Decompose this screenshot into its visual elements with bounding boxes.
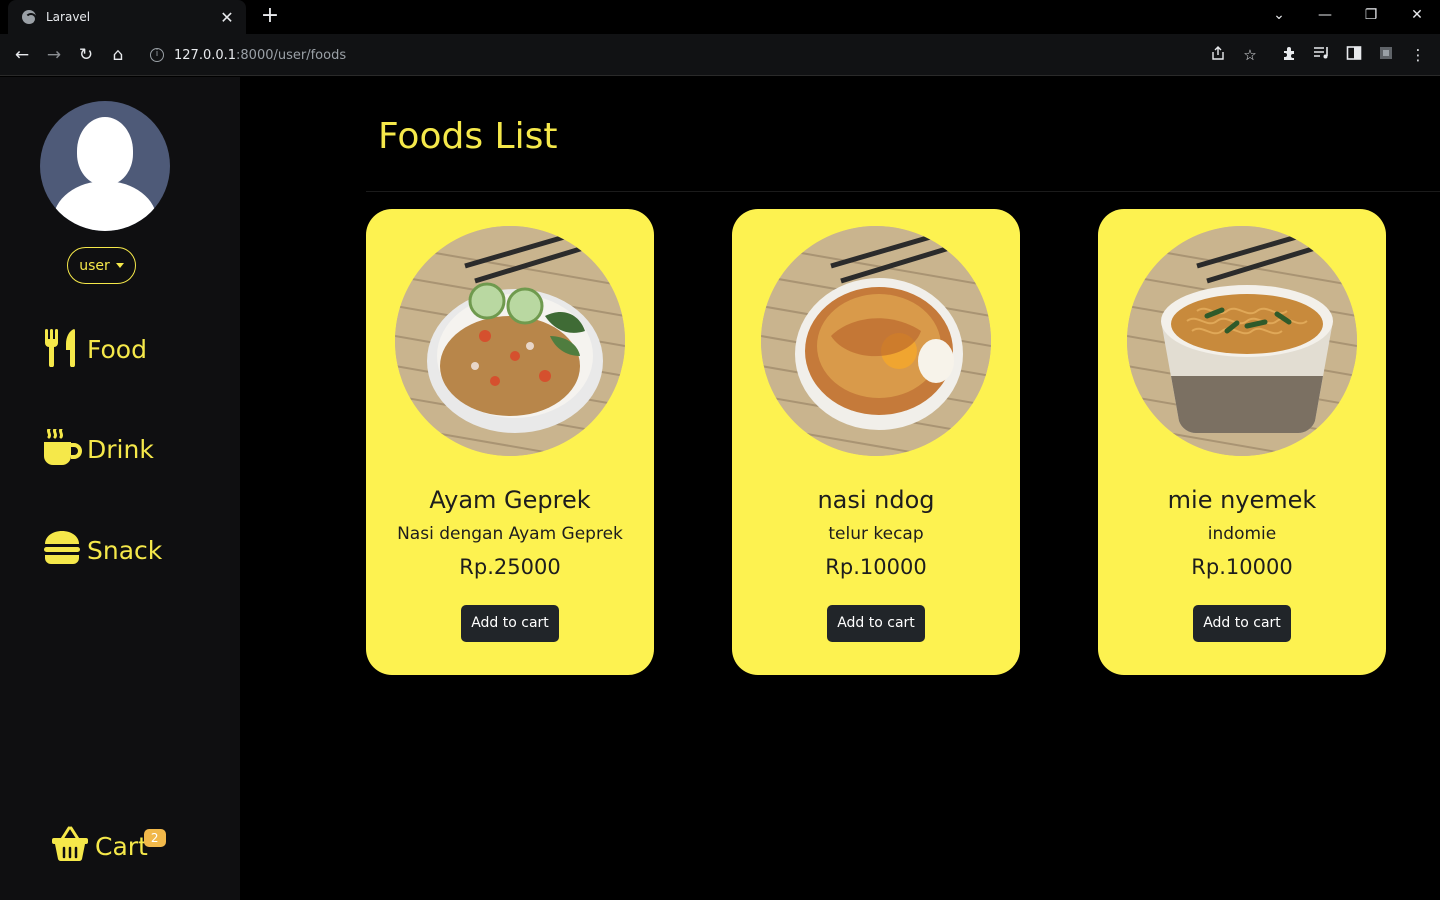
basket-icon xyxy=(51,826,91,866)
browser-tab[interactable]: Laravel ✕ xyxy=(8,0,246,34)
food-description: Nasi dengan Ayam Geprek xyxy=(397,524,623,544)
new-tab-button[interactable]: + xyxy=(258,4,282,28)
user-dropdown-button[interactable]: user xyxy=(67,247,136,284)
food-price: Rp.25000 xyxy=(459,555,561,579)
url-host: 127.0.0.1 xyxy=(174,47,237,63)
tab-title: Laravel xyxy=(46,10,91,24)
sidebar-item-label: Drink xyxy=(87,434,154,464)
reload-icon[interactable]: ↻ xyxy=(75,44,97,66)
food-price: Rp.10000 xyxy=(825,555,927,579)
extensions-icon[interactable] xyxy=(1280,45,1300,65)
side-panel-icon[interactable] xyxy=(1344,45,1364,65)
sidebar-item-drink[interactable]: Drink xyxy=(43,427,154,469)
food-name: nasi ndog xyxy=(817,486,935,514)
avatar xyxy=(40,101,170,231)
burger-icon xyxy=(43,530,83,570)
food-image xyxy=(761,226,991,456)
page-title: Foods List xyxy=(378,116,558,157)
site-info-icon[interactable]: i xyxy=(150,48,164,62)
add-to-cart-button[interactable]: Add to cart xyxy=(461,605,559,642)
mug-hot-icon xyxy=(43,427,83,469)
address-bar[interactable]: i 127.0.0.1 :8000/user/foods xyxy=(150,44,346,66)
food-image xyxy=(395,226,625,456)
sidebar-item-snack[interactable]: Snack xyxy=(43,530,162,570)
browser-tab-strip: Laravel ✕ + ⌄ — ❐ ✕ xyxy=(0,0,1440,34)
food-name: mie nyemek xyxy=(1167,486,1317,514)
media-queue-icon[interactable] xyxy=(1312,45,1332,65)
sidebar-item-food[interactable]: Food xyxy=(43,329,147,369)
sidebar-item-label: Snack xyxy=(87,535,163,565)
home-icon[interactable]: ⌂ xyxy=(107,44,129,66)
user-label: user xyxy=(79,257,110,274)
food-card: Ayam Geprek Nasi dengan Ayam Geprek Rp.2… xyxy=(366,209,654,675)
add-to-cart-button[interactable]: Add to cart xyxy=(1193,605,1291,642)
minimize-icon[interactable]: — xyxy=(1315,5,1335,25)
add-to-cart-button[interactable]: Add to cart xyxy=(827,605,925,642)
share-icon[interactable] xyxy=(1208,45,1228,65)
browser-toolbar: ← → ↻ ⌂ i 127.0.0.1 :8000/user/foods ☆ ⋮ xyxy=(0,34,1440,76)
food-image xyxy=(1127,226,1357,456)
sidebar-item-cart[interactable]: Cart 2 xyxy=(51,826,166,866)
profile-icon[interactable] xyxy=(1376,45,1396,65)
sidebar-item-label: Food xyxy=(87,334,147,364)
food-price: Rp.10000 xyxy=(1191,555,1293,579)
divider xyxy=(366,191,1440,192)
food-name: Ayam Geprek xyxy=(429,486,591,514)
cart-label: Cart xyxy=(95,831,148,861)
food-card: mie nyemek indomie Rp.10000 Add to cart xyxy=(1098,209,1386,675)
caret-down-icon xyxy=(115,263,124,268)
tab-close-icon[interactable]: ✕ xyxy=(218,8,236,27)
utensils-icon xyxy=(43,329,83,369)
forward-icon[interactable]: → xyxy=(43,44,65,66)
food-description: indomie xyxy=(1207,524,1277,544)
restore-icon[interactable]: ❐ xyxy=(1361,5,1381,25)
cart-count-badge: 2 xyxy=(143,829,166,847)
food-card: nasi ndog telur kecap Rp.10000 Add to ca… xyxy=(732,209,1020,675)
back-icon[interactable]: ← xyxy=(11,44,33,66)
tab-search-icon[interactable]: ⌄ xyxy=(1269,5,1289,25)
browser-menu-icon[interactable]: ⋮ xyxy=(1408,45,1428,65)
url-path: :8000/user/foods xyxy=(236,47,347,63)
window-close-icon[interactable]: ✕ xyxy=(1407,5,1427,25)
globe-icon xyxy=(22,10,37,25)
sidebar: user Food Drink Snack Cart 2 xyxy=(0,77,240,900)
food-description: telur kecap xyxy=(828,524,924,544)
bookmark-star-icon[interactable]: ☆ xyxy=(1240,45,1260,65)
